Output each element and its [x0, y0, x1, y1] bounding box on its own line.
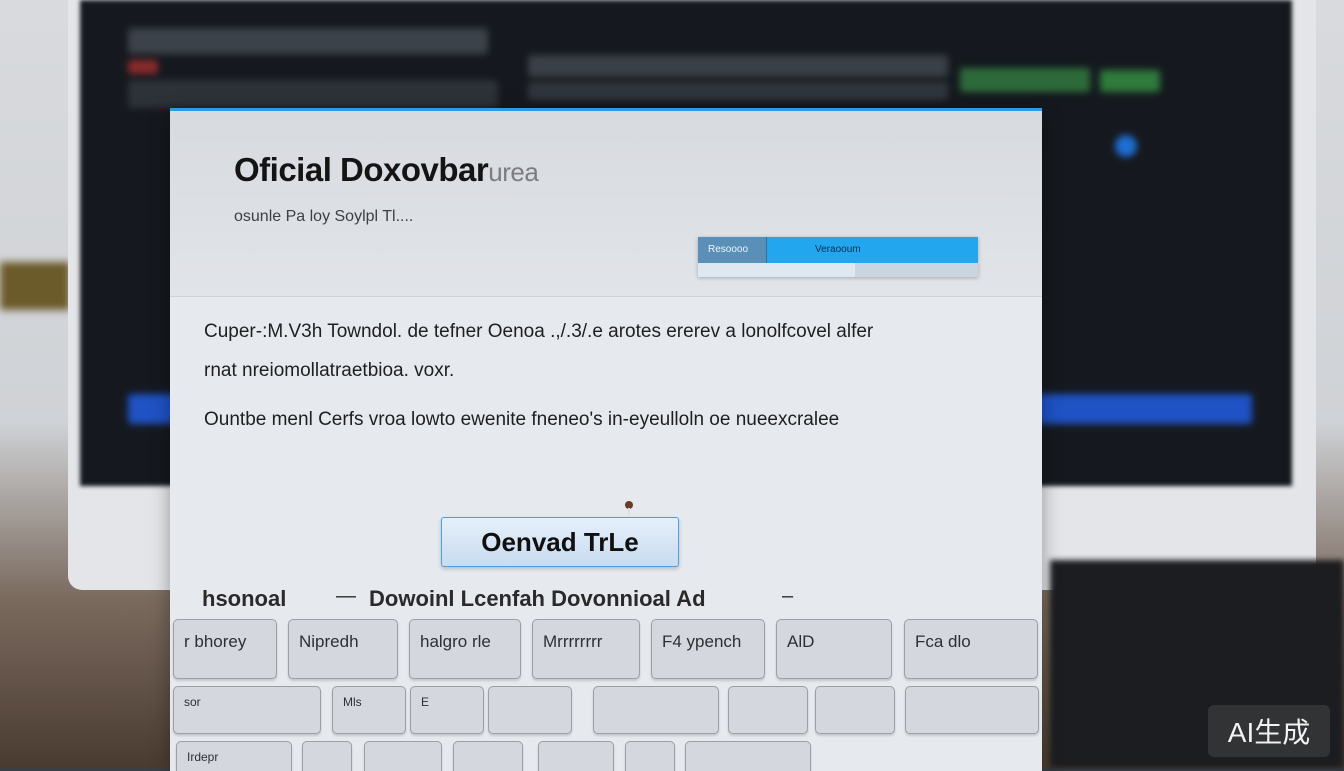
background-shelf — [0, 262, 70, 310]
dialog-title-text: Oficial Doxovbar — [234, 151, 489, 188]
footer-dash-2: – — [782, 585, 794, 607]
download-widget-label: Veraooum — [815, 244, 861, 255]
key-row2-1[interactable]: sor — [173, 686, 321, 734]
key-row3-5[interactable] — [538, 741, 614, 771]
bg-row — [128, 80, 498, 108]
paragraph-line-2: rnat nreiomollatraetbioa. voxr. — [204, 360, 455, 381]
key-row2-6[interactable] — [728, 686, 808, 734]
key-row1-5[interactable]: F4 ypench — [651, 619, 765, 679]
footer-dash-1: — — [336, 585, 356, 607]
dialog-title-tail: urea — [488, 157, 539, 187]
key-row3-6[interactable] — [625, 741, 675, 771]
key-row3-7[interactable] — [685, 741, 811, 771]
footer-download-link[interactable]: Dowoinl Lcenfah Dovonnioal Ad — [369, 586, 706, 612]
bg-green-bar-2 — [1100, 70, 1160, 92]
bg-green-bar — [960, 68, 1090, 92]
key-row3-1[interactable]: Irdepr — [176, 741, 292, 771]
download-dialog: Oficial Doxovbarurea osunle Pa loy Soylp… — [170, 108, 1042, 771]
footer-left-label: hsonoal — [202, 586, 287, 611]
key-row2-5[interactable] — [593, 686, 719, 734]
key-row3-2[interactable] — [302, 741, 352, 771]
cursor-icon — [625, 501, 633, 515]
bg-blue-dot — [1115, 135, 1137, 157]
paragraph-line-3: Ountbe menl Cerfs vroa lowto ewenite fne… — [204, 409, 840, 430]
watermark-badge: AI生成 — [1208, 705, 1330, 757]
key-row2-3[interactable]: E — [410, 686, 484, 734]
dialog-title: Oficial Doxovbarurea — [234, 151, 539, 189]
key-row3-4[interactable] — [453, 741, 523, 771]
bg-toolbar — [128, 28, 488, 54]
key-row2-7[interactable] — [815, 686, 895, 734]
key-row3-3[interactable] — [364, 741, 442, 771]
bg-panel — [528, 55, 948, 77]
paragraph-line-1: Cuper-:M.V3h Towndol. de tefner Oenoa .,… — [204, 321, 874, 342]
download-widget-segment-label: Resoooo — [708, 244, 749, 255]
key-row2-2[interactable]: Mls — [332, 686, 406, 734]
open-file-button[interactable]: Oenvad TrLe — [441, 517, 679, 567]
key-row2-8[interactable] — [905, 686, 1039, 734]
download-progress-fill — [698, 263, 855, 277]
dialog-header: Oficial Doxovbarurea osunle Pa loy Soylp… — [170, 111, 1042, 297]
key-row1-4[interactable]: Mrrrrrrrr — [532, 619, 640, 679]
key-row1-6[interactable]: AlD — [776, 619, 892, 679]
key-row1-3[interactable]: halgro rle — [409, 619, 521, 679]
download-widget-segment[interactable]: Resoooo — [698, 237, 767, 263]
dialog-subtitle: osunle Pa loy Soylpl Tl.... — [234, 208, 414, 225]
bg-red-mark — [128, 60, 158, 74]
bg-panel-2 — [528, 82, 948, 100]
key-row1-7[interactable]: Fca dlo — [904, 619, 1038, 679]
download-progress-widget[interactable]: Resoooo Veraooum — [698, 237, 978, 277]
key-row1-1[interactable]: r bhorey — [173, 619, 277, 679]
key-row2-4[interactable] — [488, 686, 572, 734]
key-row1-2[interactable]: Nipredh — [288, 619, 398, 679]
download-progress-track — [698, 263, 978, 277]
